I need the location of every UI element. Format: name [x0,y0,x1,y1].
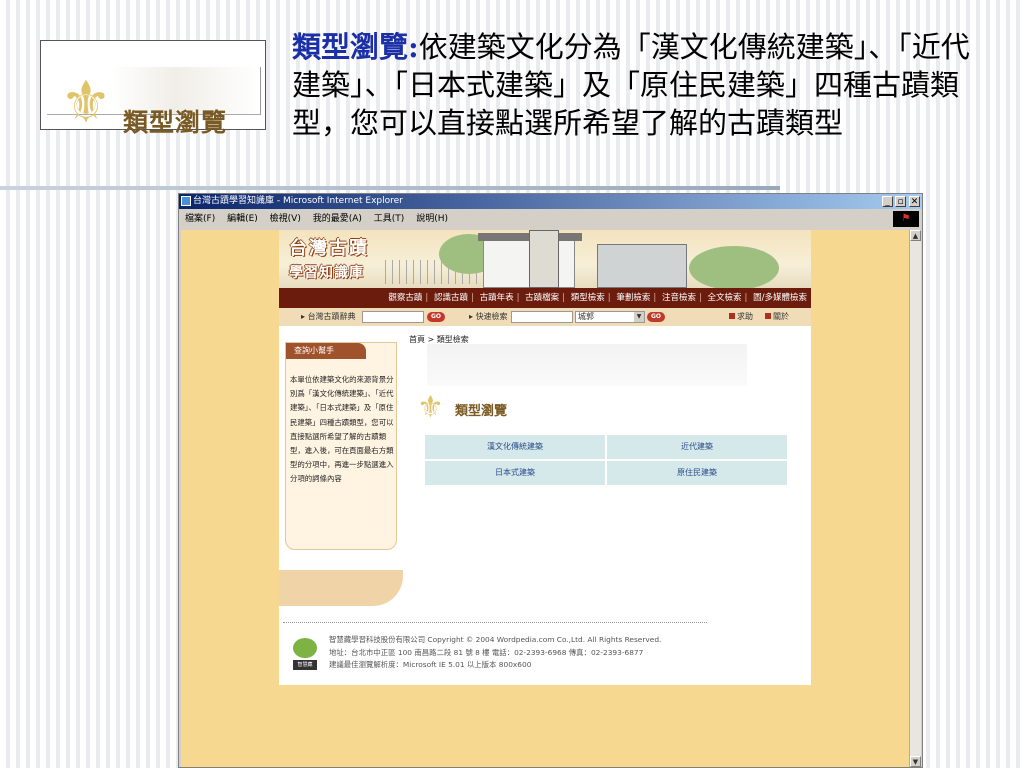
close-button[interactable]: ✕ [909,196,920,207]
dictionary-input[interactable] [362,311,424,323]
category-logo-text: 類型瀏覽 [455,404,508,419]
slide-description: 類型瀏覽:依建築文化分為「漢文化傳統建築」、「近代建築」、「日本式建築」及「原住… [292,28,982,142]
category-han-traditional[interactable]: 漢文化傳統建築 [425,435,605,459]
footer-info: 智慧藏學習科技股份有限公司 Copyright © 2004 Wordpedia… [329,634,661,672]
description-colon: : [408,30,419,64]
nav-item-type-search[interactable]: 類型檢索 [571,293,605,303]
scroll-up-icon[interactable]: ▲ [910,230,921,241]
type-browse-logo: ⚜ 類型瀏覽 [47,67,261,137]
banner-tower-illustration [529,230,559,288]
menu-view[interactable]: 檢視(V) [270,214,301,224]
category-japanese-style[interactable]: 日本式建築 [425,461,605,485]
menu-help[interactable]: 說明(H) [416,214,448,224]
search-bar: ▸ 台灣古蹟辭典 GO ▸ 快速檢索 城郭 ▼ GO 求助 關於 [279,308,811,326]
quick-search-input[interactable] [511,311,573,323]
nav-item-observe[interactable]: 觀察古蹟 [388,293,422,303]
nav-item-stroke-search[interactable]: 筆劃檢索 [616,293,650,303]
menu-tools[interactable]: 工具(T) [374,214,405,224]
quick-search-label: ▸ 快速檢索 [469,312,508,321]
description-title: 類型瀏覽 [292,30,409,64]
menu-edit[interactable]: 編輯(E) [227,214,258,224]
footer-address: 地址：台北市中正區 100 南昌路二段 81 號 8 樓 電話：02-2393-… [329,647,644,657]
category-indigenous[interactable]: 原住民建築 [607,461,787,485]
building-sketch-illustration [427,344,747,386]
help-link[interactable]: 求助 [729,308,753,326]
helper-title: 查詢小幫手 [286,343,366,359]
helper-text: 本單位依建築文化的來源背景分別爲「漢文化傳統建築」、「近代建築」、「日本式建築」… [290,375,394,484]
banner-house-illustration [597,244,687,288]
category-modern[interactable]: 近代建築 [607,435,787,459]
fleur-de-lis-icon: ⚜ [417,390,444,425]
nav-item-phonetic-search[interactable]: 注音檢索 [662,293,696,303]
search-helper-panel: 查詢小幫手 本單位依建築文化的來源背景分別爲「漢文化傳統建築」、「近代建築」、「… [285,342,397,550]
browser-titlebar[interactable]: 台灣古蹟學習知識庫 - Microsoft Internet Explorer … [179,194,922,209]
vertical-scrollbar[interactable]: ▲ ▼ [909,230,921,767]
helper-panel-ledge [279,570,403,606]
banner-tree-illustration [689,246,779,288]
site-nav: 觀察古蹟 | 認識古蹟 | 古蹟年表 | 古蹟檔案 | 類型檢索 | 筆劃檢索 | 注音檢索… [279,288,811,308]
nav-item-fulltext-search[interactable]: 全文檢索 [708,293,742,303]
category-logo: ⚜ 類型瀏覽 [417,390,533,426]
nav-item-media-search[interactable]: 圖/多媒體檢索 [753,293,807,303]
site-subtitle: 學習知識庫 [289,265,364,281]
menu-file[interactable]: 檔案(F) [185,214,215,224]
web-page: 台灣古蹟 學習知識庫 觀察古蹟 | 認識古蹟 | 古蹟年表 | 古蹟檔案 | 類型檢索 |… [279,230,811,685]
browser-viewport: 台灣古蹟 學習知識庫 觀察古蹟 | 認識古蹟 | 古蹟年表 | 古蹟檔案 | 類型檢索 |… [181,230,909,767]
about-link[interactable]: 關於 [765,308,789,326]
company-logo: 智慧藏 [291,638,319,672]
minimize-button[interactable]: _ [882,196,893,207]
nav-item-timeline[interactable]: 古蹟年表 [480,293,514,303]
slide-divider-band [0,186,780,190]
browser-window: 台灣古蹟學習知識庫 - Microsoft Internet Explorer … [178,193,923,768]
dictionary-go-button[interactable]: GO [427,312,445,322]
footer-copyright: 智慧藏學習科技股份有限公司 Copyright © 2004 Wordpedia… [329,635,662,644]
category-table: 漢文化傳統建築 近代建築 日本式建築 原住民建築 [425,435,787,485]
maximize-button[interactable]: ▫ [895,196,906,207]
leaf-icon [293,638,317,658]
browser-title: 台灣古蹟學習知識庫 - Microsoft Internet Explorer [193,196,403,206]
nav-item-archive[interactable]: 古蹟檔案 [525,293,559,303]
site-title[interactable]: 台灣古蹟 [289,234,369,260]
type-browse-logo-box: ⚜ 類型瀏覽 [40,40,266,137]
scroll-down-icon[interactable]: ▼ [910,756,921,767]
site-banner: 台灣古蹟 學習知識庫 [279,230,811,288]
ie-icon [181,196,191,206]
windows-logo-icon: ⚑ [893,211,919,227]
quick-search-go-button[interactable]: GO [647,312,665,322]
fleur-de-lis-icon: ⚜ [60,68,112,136]
footer-divider [283,622,707,623]
breadcrumb-home[interactable]: 首頁 [409,335,425,344]
nav-item-learn[interactable]: 認識古蹟 [434,293,468,303]
dictionary-label: ▸ 台灣古蹟辭典 [301,312,356,321]
logo-text: 類型瀏覽 [123,108,228,137]
browser-menubar: 檔案(F) 編輯(E) 檢視(V) 我的最愛(A) 工具(T) 說明(H) [179,210,922,228]
menu-favorites[interactable]: 我的最愛(A) [313,214,362,224]
chevron-down-icon: ▼ [634,312,644,322]
footer-resolution: 建議最佳瀏覽解析度：Microsoft IE 5.01 以上版本 800x600 [329,660,532,670]
breadcrumb-current: 類型檢索 [436,335,469,344]
quick-search-select[interactable]: 城郭 ▼ [575,311,645,323]
